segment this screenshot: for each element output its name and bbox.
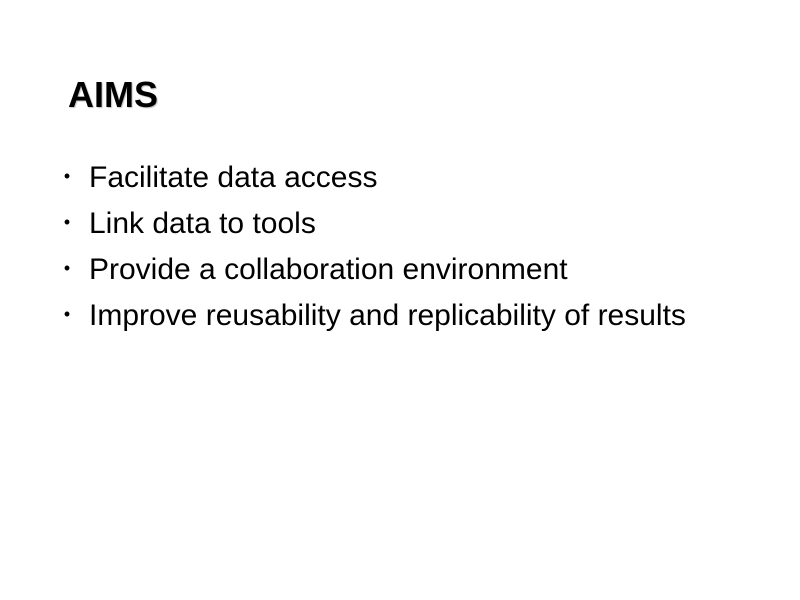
slide: AIMS • Facilitate data access • Link dat…: [0, 0, 800, 600]
bullet-dot-icon: •: [63, 166, 71, 186]
bullet-item: • Improve reusability and replicability …: [58, 293, 788, 339]
bullet-dot-icon: •: [63, 304, 71, 324]
bullet-dot-icon: •: [63, 258, 71, 278]
slide-title: AIMS: [68, 74, 158, 115]
bullet-item: • Link data to tools: [58, 201, 788, 247]
bullet-item: • Facilitate data access: [58, 155, 788, 201]
bullet-text: Provide a collaboration environment: [89, 253, 568, 286]
bullet-text: Improve reusability and replicability of…: [89, 299, 686, 332]
bullet-text: Link data to tools: [89, 207, 316, 240]
bullet-dot-icon: •: [63, 212, 71, 232]
bullet-text: Facilitate data access: [89, 161, 378, 194]
bullet-item: • Provide a collaboration environment: [58, 247, 788, 293]
bullet-list: • Facilitate data access • Link data to …: [58, 155, 788, 339]
